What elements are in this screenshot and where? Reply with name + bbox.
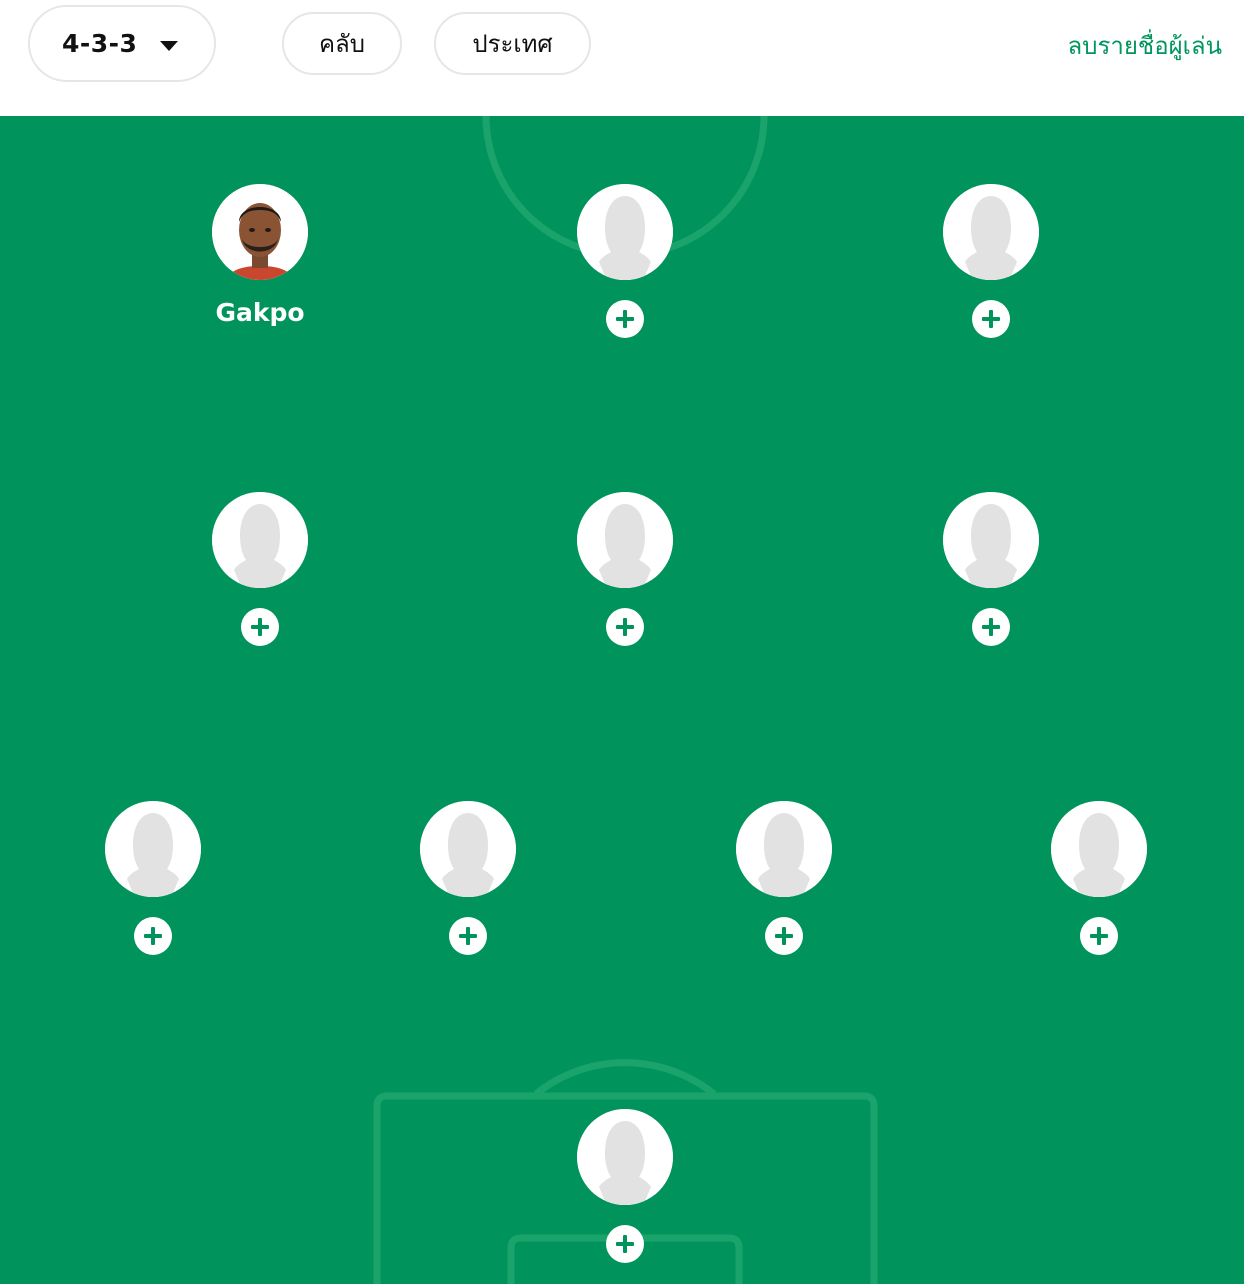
add-player-button[interactable] [606, 608, 644, 646]
empty-player-avatar[interactable] [577, 184, 673, 280]
add-player-button[interactable] [606, 1225, 644, 1263]
silhouette-icon [577, 1109, 673, 1205]
forwards-slot-3 [936, 184, 1046, 364]
defenders-slot-4 [1044, 801, 1154, 981]
defenders-slot-2 [413, 801, 523, 981]
pitch: Gakpo [0, 116, 1244, 1284]
add-player-button[interactable] [765, 917, 803, 955]
player-photo [212, 184, 308, 280]
defenders-slot-1 [98, 801, 208, 981]
silhouette-icon [212, 492, 308, 588]
midfielders-slot-3 [936, 492, 1046, 672]
empty-player-avatar[interactable] [943, 184, 1039, 280]
player-avatar[interactable] [212, 184, 308, 280]
formation-value: 4-3-3 [62, 29, 138, 58]
caret-down-icon [160, 41, 178, 51]
empty-player-avatar[interactable] [577, 1109, 673, 1205]
player-name[interactable]: Gakpo [175, 298, 345, 327]
silhouette-icon [577, 184, 673, 280]
empty-player-avatar[interactable] [1051, 801, 1147, 897]
empty-player-avatar[interactable] [736, 801, 832, 897]
add-player-button[interactable] [1080, 917, 1118, 955]
plus-icon [982, 310, 1000, 328]
plus-icon [459, 927, 477, 945]
forwards-slot-1: Gakpo [205, 184, 315, 364]
silhouette-icon [943, 492, 1039, 588]
plus-icon [144, 927, 162, 945]
silhouette-icon [577, 492, 673, 588]
plus-icon [616, 1235, 634, 1253]
add-player-button[interactable] [241, 608, 279, 646]
midfielders-slot-2 [570, 492, 680, 672]
plus-icon [775, 927, 793, 945]
silhouette-icon [105, 801, 201, 897]
penalty-arc [533, 1059, 717, 1097]
silhouette-icon [736, 801, 832, 897]
silhouette-icon [420, 801, 516, 897]
toolbar: 4-3-3 คลับ ประเทศ ลบรายชื่อผู้เล่น [0, 0, 1244, 116]
empty-player-avatar[interactable] [577, 492, 673, 588]
silhouette-icon [1051, 801, 1147, 897]
empty-player-avatar[interactable] [212, 492, 308, 588]
forwards-slot-2 [570, 184, 680, 364]
add-player-button[interactable] [134, 917, 172, 955]
add-player-button[interactable] [606, 300, 644, 338]
midfielders-slot-1 [205, 492, 315, 672]
plus-icon [616, 618, 634, 636]
formation-dropdown[interactable]: 4-3-3 [28, 5, 216, 82]
empty-player-avatar[interactable] [943, 492, 1039, 588]
empty-player-avatar[interactable] [420, 801, 516, 897]
empty-player-avatar[interactable] [105, 801, 201, 897]
clear-players-link[interactable]: ลบรายชื่อผู้เล่น [1068, 26, 1222, 65]
defenders-slot-3 [729, 801, 839, 981]
plus-icon [251, 618, 269, 636]
plus-icon [982, 618, 1000, 636]
plus-icon [1090, 927, 1108, 945]
club-filter-button[interactable]: คลับ [282, 12, 402, 75]
add-player-button[interactable] [972, 300, 1010, 338]
plus-icon [616, 310, 634, 328]
country-filter-button[interactable]: ประเทศ [434, 12, 591, 75]
add-player-button[interactable] [449, 917, 487, 955]
goalkeeper-slot-1 [570, 1109, 680, 1284]
add-player-button[interactable] [972, 608, 1010, 646]
silhouette-icon [943, 184, 1039, 280]
